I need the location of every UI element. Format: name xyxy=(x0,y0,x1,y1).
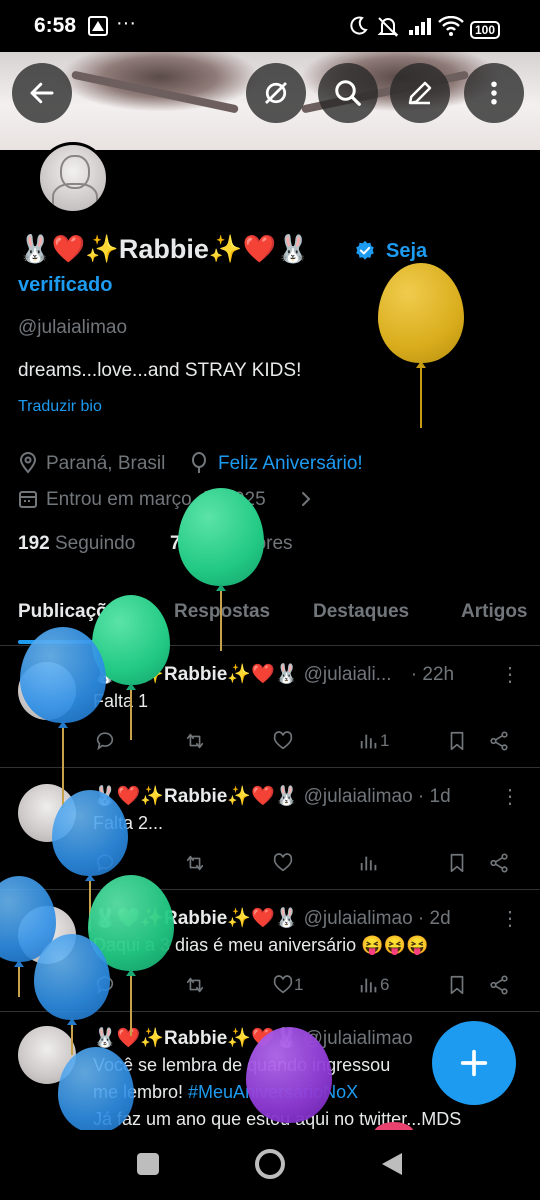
following-count: 192 xyxy=(18,533,50,554)
post-author-name: 🐰❤️✨Rabbie✨❤️🐰 xyxy=(93,786,299,807)
like-button[interactable] xyxy=(272,730,294,752)
repost-icon xyxy=(186,977,204,993)
post-time: · 22h xyxy=(410,664,455,685)
location-pin-icon xyxy=(19,452,37,474)
profile-location: Paraná, Brasil xyxy=(46,453,166,474)
like-button[interactable] xyxy=(272,852,294,874)
tab-articles[interactable]: Artigos xyxy=(461,601,528,623)
share-button[interactable] xyxy=(488,730,510,752)
get-verified-link[interactable]: Seja xyxy=(386,240,427,263)
reply-button[interactable] xyxy=(94,730,116,752)
wifi-icon xyxy=(438,15,464,38)
home-button[interactable] xyxy=(255,1149,285,1179)
reply-icon xyxy=(96,732,114,751)
views-button[interactable] xyxy=(358,852,380,874)
status-time: 6:58 xyxy=(34,14,77,37)
battery-level: 100 xyxy=(470,21,501,39)
arrow-left-icon xyxy=(30,82,54,104)
views-button[interactable]: 1 xyxy=(358,730,389,752)
edit-icon xyxy=(408,81,432,105)
more-notifications-icon: ··· xyxy=(116,12,136,34)
heart-icon xyxy=(273,853,293,872)
plus-icon xyxy=(460,1049,488,1077)
post-author-handle: @julaialimao xyxy=(303,908,413,929)
repost-button[interactable] xyxy=(184,852,206,874)
recents-button[interactable] xyxy=(137,1153,159,1175)
post-time: · 1d xyxy=(417,786,451,807)
share-icon xyxy=(490,975,508,995)
post-text-line-1: Você se lembra de quando ingressou xyxy=(93,1055,391,1075)
repost-icon xyxy=(186,855,204,871)
views-count: 6 xyxy=(380,975,390,994)
battery-icon: 100 xyxy=(470,18,501,40)
views-icon xyxy=(360,856,377,871)
compose-button[interactable] xyxy=(432,1021,516,1105)
bookmark-button[interactable] xyxy=(446,974,468,996)
profile-name: 🐰❤️✨Rabbie✨❤️🐰 xyxy=(18,234,310,264)
repost-icon xyxy=(186,733,204,749)
search-icon xyxy=(335,80,361,106)
status-bar: 6:58 ··· 100 xyxy=(0,0,540,52)
chevron-right-icon[interactable] xyxy=(300,490,312,508)
do-not-disturb-icon xyxy=(348,16,368,38)
views-button[interactable]: 6 xyxy=(358,974,389,996)
bookmark-button[interactable] xyxy=(446,852,468,874)
following-link[interactable]: 192 Seguindo xyxy=(18,533,135,555)
calendar-icon xyxy=(19,491,37,508)
back-button[interactable] xyxy=(12,63,72,123)
heart-icon xyxy=(273,731,293,750)
share-button[interactable] xyxy=(488,974,510,996)
profile-handle: @julaialimao xyxy=(18,317,128,338)
like-button[interactable]: 1 xyxy=(272,974,303,996)
back-nav-button[interactable] xyxy=(380,1151,404,1177)
bookmark-button[interactable] xyxy=(446,730,468,752)
notification-icon xyxy=(88,16,108,38)
bookmark-icon xyxy=(450,731,464,751)
repost-button[interactable] xyxy=(184,974,206,996)
get-verified-link-continued[interactable]: verificado xyxy=(18,274,112,297)
views-icon xyxy=(360,734,377,749)
silent-icon xyxy=(376,16,400,38)
system-navigation-bar xyxy=(0,1130,540,1200)
share-button[interactable] xyxy=(488,852,510,874)
balloon-icon xyxy=(192,452,206,473)
repost-button[interactable] xyxy=(184,730,206,752)
post-more-button[interactable]: ⋮ xyxy=(500,784,520,809)
views-count: 1 xyxy=(380,731,390,750)
post-header: 🐰❤️✨Rabbie✨❤️🐰 @julaialimao xyxy=(93,1026,413,1050)
search-button[interactable] xyxy=(318,63,378,123)
post-more-button[interactable]: ⋮ xyxy=(500,906,520,931)
grok-icon xyxy=(265,82,287,104)
verified-badge-icon xyxy=(356,240,374,260)
post-time: · 2d xyxy=(417,908,451,929)
post-author-handle: @julaiali... xyxy=(303,664,392,685)
more-options-button[interactable] xyxy=(464,63,524,123)
share-icon xyxy=(490,853,508,873)
tab-replies[interactable]: Respostas xyxy=(174,601,270,623)
post-more-button[interactable]: ⋮ xyxy=(500,662,520,687)
bookmark-icon xyxy=(450,853,464,873)
following-label: Seguindo xyxy=(54,533,136,554)
birthday-link[interactable]: Feliz Aniversário! xyxy=(218,453,363,475)
bookmark-icon xyxy=(450,975,464,995)
grok-button[interactable] xyxy=(246,63,306,123)
like-count: 1 xyxy=(294,975,304,994)
translate-bio-link[interactable]: Traduzir bio xyxy=(18,398,102,416)
post-author-handle: @julaialimao xyxy=(303,786,413,807)
views-icon xyxy=(360,978,377,993)
tab-highlights[interactable]: Destaques xyxy=(313,601,409,623)
heart-icon xyxy=(273,975,293,994)
signal-icon xyxy=(408,16,432,38)
post-header: 🐰❤️✨Rabbie✨❤️🐰 @julaialimao · 1d xyxy=(93,784,451,808)
profile-avatar[interactable] xyxy=(37,142,109,214)
more-vertical-icon xyxy=(491,81,497,105)
edit-profile-button[interactable] xyxy=(390,63,450,123)
profile-bio: dreams...love...and STRAY KIDS! xyxy=(18,360,302,381)
share-icon xyxy=(490,731,508,751)
